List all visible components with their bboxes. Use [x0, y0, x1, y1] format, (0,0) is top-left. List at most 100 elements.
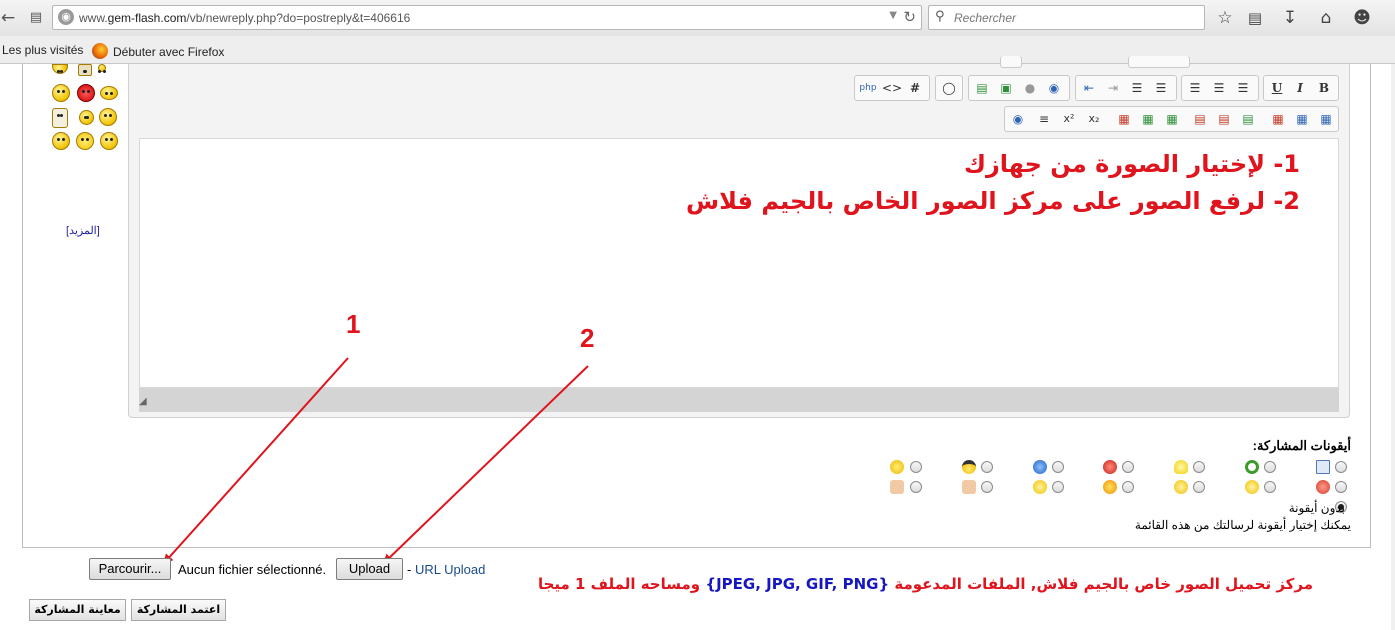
superscript-icon[interactable]: x²: [1060, 110, 1078, 128]
resize-grip-icon[interactable]: ◢: [139, 396, 151, 408]
italic-icon[interactable]: I: [1291, 79, 1309, 97]
table-grid-icon[interactable]: ▦: [1317, 110, 1335, 128]
table-cell-icon[interactable]: ▦: [1293, 110, 1311, 128]
preview-post-button[interactable]: معاينة المشاركة: [29, 599, 126, 621]
editor-text-line-1: 1- لإختيار الصورة من جهازك: [963, 150, 1300, 178]
post-icon-radio[interactable]: [1052, 481, 1064, 493]
align-center-icon[interactable]: ☰: [1210, 79, 1228, 97]
post-icon-radio[interactable]: [910, 481, 922, 493]
bold-icon[interactable]: B: [1315, 79, 1333, 97]
unlink-icon[interactable]: ●: [1021, 79, 1039, 97]
post-icon-radio[interactable]: [1052, 461, 1064, 473]
toolbar-list-group: ⇤ ⇥ ☰ ☰: [1075, 75, 1177, 101]
search-bar[interactable]: ⚲ Rechercher: [928, 5, 1205, 30]
toolbar-clipped-group: [1000, 56, 1022, 68]
lightbulb-icon: [1174, 460, 1188, 474]
post-icon-radio[interactable]: [1335, 481, 1347, 493]
post-icon-radio[interactable]: [1193, 461, 1205, 473]
thumbs-down-icon: [962, 480, 976, 494]
upload-info-text: مركز تحميل الصور خاص بالجيم فلاش, الملفا…: [538, 575, 1313, 593]
video-icon[interactable]: ▤: [973, 79, 991, 97]
redo-icon: [1245, 460, 1259, 474]
post-icon-radio[interactable]: [910, 461, 922, 473]
indent-icon[interactable]: ⇤: [1080, 79, 1098, 97]
back-icon[interactable]: ←: [0, 6, 20, 30]
table-row-icon[interactable]: ▦: [1139, 110, 1157, 128]
horizontal-rule-icon[interactable]: ≡: [1035, 110, 1053, 128]
post-icons-note: يمكنك إختيار أيقونة لرسالتك من هذه القائ…: [1134, 518, 1351, 532]
bookmarks-list-icon[interactable]: ▤: [1243, 6, 1267, 30]
question-icon: [1033, 460, 1047, 474]
bullet-list-icon[interactable]: ☰: [1128, 79, 1146, 97]
url-bar[interactable]: ◉ www.gem-flash.com/vb/newreply.php?do=p…: [52, 5, 922, 30]
image-icon[interactable]: ▣: [997, 79, 1015, 97]
url-text[interactable]: www.gem-flash.com/vb/newreply.php?do=pos…: [79, 11, 410, 25]
firefox-icon: [92, 43, 108, 59]
align-left-icon[interactable]: ☰: [1186, 79, 1204, 97]
html-code-icon[interactable]: <>: [882, 79, 902, 97]
no-file-text: Aucun fichier sélectionné.: [178, 562, 327, 577]
post-icon-radio[interactable]: [1335, 461, 1347, 473]
smiley-icon[interactable]: [100, 132, 118, 150]
post-icon-radio[interactable]: [1193, 481, 1205, 493]
post-icon-radio[interactable]: [1264, 481, 1276, 493]
table-col-icon[interactable]: ▦: [1163, 110, 1181, 128]
table-insert-icon[interactable]: ▦: [1115, 110, 1133, 128]
globe-icon: ◉: [58, 9, 74, 25]
url-dropdown-icon[interactable]: ▼: [889, 10, 897, 21]
browse-button[interactable]: Parcourir...: [89, 558, 171, 580]
post-icon-radio[interactable]: [1122, 461, 1134, 473]
php-icon[interactable]: php: [859, 79, 877, 97]
post-icon-radio[interactable]: [1264, 461, 1276, 473]
emoticon-picker-icon[interactable]: ◉: [1009, 110, 1027, 128]
code-hash-icon[interactable]: #: [906, 79, 924, 97]
table-delete-row-icon[interactable]: ▤: [1191, 110, 1209, 128]
quote-icon[interactable]: ◯: [940, 79, 958, 97]
post-icon-radio[interactable]: [1122, 481, 1134, 493]
underline-icon[interactable]: U: [1268, 79, 1286, 97]
table-delete-col-icon[interactable]: ▤: [1215, 110, 1233, 128]
toolbar-align-group: ☰ ☰ ☰: [1181, 75, 1259, 101]
outdent-icon[interactable]: ⇥: [1104, 79, 1122, 97]
download-icon[interactable]: ↧: [1278, 6, 1302, 30]
bookmark-getting-started[interactable]: Débuter avec Firefox: [92, 43, 224, 59]
laugh-icon: [1033, 480, 1047, 494]
link-icon[interactable]: ◉: [1045, 79, 1063, 97]
post-icon-radio[interactable]: [981, 461, 993, 473]
url-upload-area: - URL Upload: [407, 562, 485, 577]
page-menu-icon[interactable]: ▤: [24, 6, 48, 30]
table-props-icon[interactable]: ▦: [1269, 110, 1287, 128]
editor-status-bar: [139, 388, 1339, 412]
submit-post-button[interactable]: اعتمد المشاركة: [131, 599, 226, 621]
annotation-number-2: 2: [580, 323, 595, 353]
smiley-jester-icon[interactable]: [76, 132, 94, 150]
social-icon[interactable]: ☻: [1350, 6, 1374, 30]
subscript-icon[interactable]: x₂: [1085, 110, 1103, 128]
numbered-list-icon[interactable]: ☰: [1152, 79, 1170, 97]
upload-info-formats: {JPEG, JPG, GIF, PNG}: [705, 575, 890, 593]
editor-toolbar-row-1: php <> # ◯ ▤ ▣ ● ◉ ⇤ ⇥ ☰ ☰ ☰ ☰ ☰ U I B: [0, 75, 1395, 101]
toolbar-clipped-group: [1128, 56, 1190, 68]
sad-icon: [1245, 480, 1259, 494]
table-merge-icon[interactable]: ▤: [1239, 110, 1257, 128]
smiley-small-icon[interactable]: [98, 64, 106, 73]
editor-toolbar-row-2: ◉ ≡ x² x₂ ▦ ▦ ▦ ▤ ▤ ▤ ▦ ▦ ▦: [0, 106, 1395, 132]
bookmark-most-visited[interactable]: Les plus visités: [2, 43, 83, 57]
post-icon-radio[interactable]: [981, 481, 993, 493]
page-scrollbar[interactable]: [1391, 64, 1395, 630]
more-smilies-link[interactable]: [المزيد]: [66, 224, 100, 237]
home-icon[interactable]: ⌂: [1314, 6, 1338, 30]
upload-info-suffix: ومساحه الملف 1 ميجا: [537, 575, 701, 593]
align-right-icon[interactable]: ☰: [1234, 79, 1252, 97]
browser-toolbar: ← ▤ ◉ www.gem-flash.com/vb/newreply.php?…: [0, 0, 1395, 36]
smile-icon: [890, 460, 904, 474]
smiley-icon[interactable]: [52, 132, 70, 150]
cool-icon: [962, 460, 976, 474]
upload-button[interactable]: Upload: [336, 558, 403, 580]
bookmark-star-icon[interactable]: ☆: [1213, 6, 1237, 30]
thumbs-up-icon: [890, 480, 904, 494]
reload-icon[interactable]: ↻: [903, 8, 916, 26]
toolbar-media-group: ▤ ▣ ● ◉: [968, 75, 1070, 101]
url-upload-link[interactable]: URL Upload: [415, 562, 485, 577]
post-icons-title: أيقونات المشاركة:: [1252, 438, 1351, 453]
